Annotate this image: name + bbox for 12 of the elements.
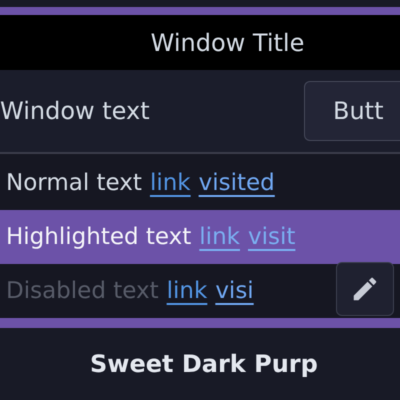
link[interactable]: link	[150, 170, 191, 196]
visited-link[interactable]: visi	[215, 278, 254, 304]
visited-link[interactable]: visited	[198, 170, 275, 196]
push-button[interactable]: Butt	[304, 81, 400, 141]
window-title: Window Title	[150, 28, 304, 56]
window-text: Window text	[0, 97, 150, 125]
row-text: Disabled text	[6, 278, 159, 304]
row-text: Normal text	[6, 170, 142, 196]
edit-button[interactable]	[336, 262, 394, 316]
link[interactable]: link	[166, 278, 208, 304]
theme-name: Sweet Dark Purp	[90, 350, 318, 378]
row-text: Highlighted text	[6, 224, 192, 250]
